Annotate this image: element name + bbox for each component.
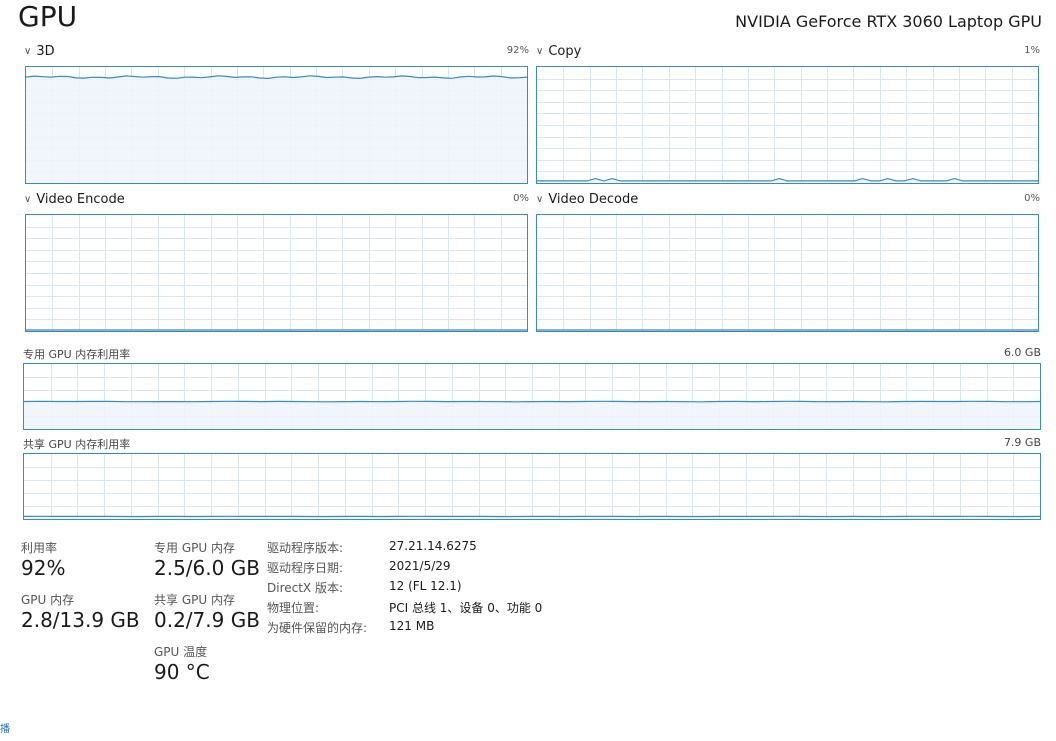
physical-location-value: PCI 总线 1、设备 0、功能 0 <box>389 601 543 615</box>
engine-percent-video-encode: 0% <box>513 193 529 204</box>
usage-area <box>26 75 527 183</box>
graph-video-encode <box>25 214 528 332</box>
dedicated-memory-graph-label: 专用 GPU 内存利用率 <box>23 348 131 361</box>
dedicated-memory-max: 6.0 GB <box>1003 346 1041 359</box>
utilization-label: 利用率 <box>21 541 58 555</box>
shared-memory-value: 0.2/7.9 GB <box>154 608 260 632</box>
chevron-down-icon: ∨ <box>24 194 32 205</box>
reserved-memory-value: 121 MB <box>389 619 435 633</box>
engine-label-text: Video Encode <box>36 192 125 207</box>
physical-location-key: 物理位置: <box>267 601 320 615</box>
usage-line <box>24 400 1040 403</box>
shared-memory-graph-label: 共享 GPU 内存利用率 <box>23 438 131 451</box>
engine-label-3d[interactable]: ∨ 3D <box>24 44 55 59</box>
gpu-temperature-label: GPU 温度 <box>154 645 208 659</box>
dedicated-memory-graph <box>23 363 1041 430</box>
dedicated-memory-value: 2.5/6.0 GB <box>154 556 260 580</box>
engine-label-video-encode[interactable]: ∨ Video Encode <box>24 192 125 207</box>
engine-label-text: 3D <box>36 44 55 59</box>
engine-percent-video-decode: 0% <box>1024 193 1040 204</box>
directx-version-value: 12 (FL 12.1) <box>389 579 462 593</box>
usage-area <box>24 401 1040 429</box>
chevron-down-icon: ∨ <box>536 194 544 205</box>
graph-3d <box>25 66 528 184</box>
shared-memory-label: 共享 GPU 内存 <box>154 593 235 607</box>
utilization-value: 92% <box>21 556 66 580</box>
chevron-down-icon: ∨ <box>24 46 32 57</box>
gpu-memory-label: GPU 内存 <box>21 593 75 607</box>
engine-label-text: Copy <box>548 44 582 59</box>
driver-date-key: 驱动程序日期: <box>267 561 344 575</box>
engine-percent-3d: 92% <box>506 45 529 56</box>
chevron-down-icon: ∨ <box>536 46 544 57</box>
engine-label-copy[interactable]: ∨ Copy <box>536 44 581 59</box>
graph-copy <box>536 66 1039 184</box>
graph-video-decode <box>536 214 1039 332</box>
engine-percent-copy: 1% <box>1024 45 1040 56</box>
device-name: NVIDIA GeForce RTX 3060 Laptop GPU <box>735 12 1042 31</box>
gpu-temperature-value: 90 °C <box>154 660 210 684</box>
directx-version-key: DirectX 版本: <box>267 581 344 595</box>
shared-memory-max: 7.9 GB <box>1003 436 1041 449</box>
driver-version-value: 27.21.14.6275 <box>389 539 477 553</box>
engine-label-text: Video Decode <box>548 192 639 207</box>
page-title: GPU <box>18 0 78 33</box>
corner-glyph[interactable]: 播 <box>0 720 10 735</box>
engine-label-video-decode[interactable]: ∨ Video Decode <box>536 192 638 207</box>
driver-date-value: 2021/5/29 <box>389 559 451 573</box>
reserved-memory-key: 为硬件保留的内存: <box>267 621 368 635</box>
gpu-memory-value: 2.8/13.9 GB <box>21 608 140 632</box>
driver-version-key: 驱动程序版本: <box>267 541 344 555</box>
shared-memory-graph <box>23 453 1041 520</box>
dedicated-memory-label: 专用 GPU 内存 <box>154 541 235 555</box>
